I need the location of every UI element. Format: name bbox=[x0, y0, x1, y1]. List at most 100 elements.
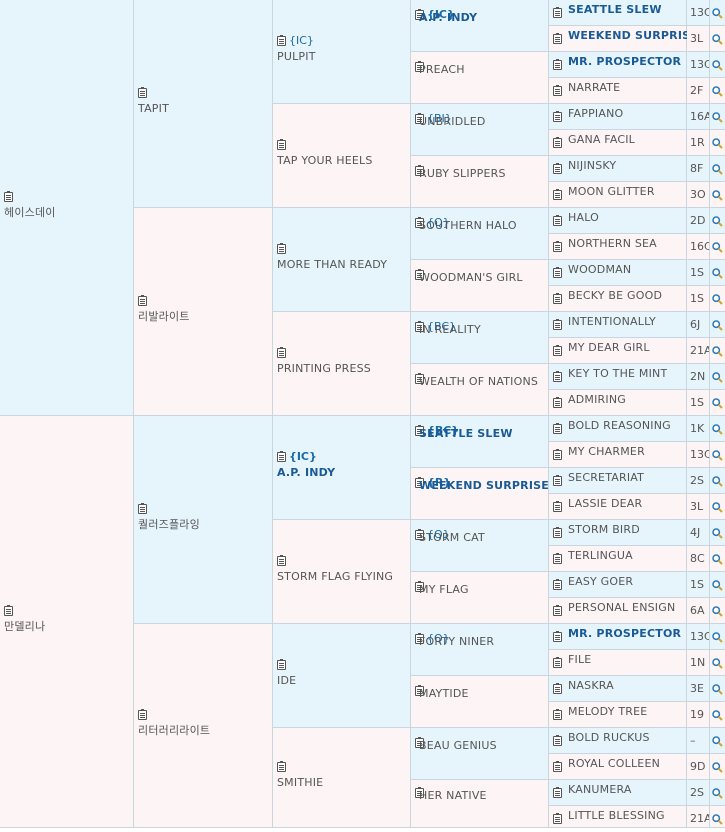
horse-name-link[interactable]: WEEKEND SURPRISE bbox=[568, 28, 698, 44]
horse-name-link[interactable]: WOODMAN'S GIRL bbox=[419, 270, 523, 286]
horse-name-link[interactable]: TAPIT bbox=[138, 101, 270, 117]
pedigree-cell-gen5[interactable]: INTENTIONALLY bbox=[549, 312, 687, 338]
horse-name-link[interactable]: PRINTING PRESS bbox=[277, 361, 408, 377]
search-cell[interactable] bbox=[710, 416, 725, 442]
pedigree-cell-gen4[interactable]: {BI} UNBRIDLED bbox=[411, 104, 549, 156]
horse-name-link[interactable]: HALO bbox=[568, 210, 599, 226]
pedigree-cell-gen4[interactable]: {Q} SOUTHERN HALO bbox=[411, 208, 549, 260]
search-cell[interactable] bbox=[710, 208, 725, 234]
pedigree-cell-gen5[interactable]: WOODMAN bbox=[549, 260, 687, 286]
horse-name-link[interactable]: SMITHIE bbox=[277, 775, 408, 791]
search-cell[interactable] bbox=[710, 104, 725, 130]
horse-name-link[interactable]: PREACH bbox=[419, 62, 465, 78]
horse-name-link[interactable]: A.P. INDY bbox=[277, 465, 408, 481]
pedigree-cell-gen5[interactable]: MY DEAR GIRL bbox=[549, 338, 687, 364]
horse-name-link[interactable]: FILE bbox=[568, 652, 591, 668]
horse-name-link[interactable]: IDE bbox=[277, 673, 408, 689]
search-cell[interactable] bbox=[710, 260, 725, 286]
search-cell[interactable] bbox=[710, 0, 725, 26]
pedigree-cell-gen4[interactable]: WOODMAN'S GIRL bbox=[411, 260, 549, 312]
horse-name-link[interactable]: PERSONAL ENSIGN bbox=[568, 600, 675, 616]
horse-name-link[interactable]: MR. PROSPECTOR bbox=[568, 626, 681, 642]
search-cell[interactable] bbox=[710, 754, 725, 780]
pedigree-cell-gen4[interactable]: HER NATIVE bbox=[411, 780, 549, 828]
horse-name-link[interactable]: NASKRA bbox=[568, 678, 614, 694]
horse-name-link[interactable]: STORM FLAG FLYING bbox=[277, 569, 408, 585]
horse-name-link[interactable]: MY DEAR GIRL bbox=[568, 340, 650, 356]
pedigree-cell-gen5[interactable]: KEY TO THE MINT bbox=[549, 364, 687, 390]
horse-name-link[interactable]: UNBRIDLED bbox=[419, 114, 486, 130]
horse-name-link[interactable]: BEAU GENIUS bbox=[419, 738, 497, 754]
pedigree-cell-gen2[interactable]: 퀄러즈플라잉 bbox=[134, 416, 273, 624]
horse-name-link[interactable]: NORTHERN SEA bbox=[568, 236, 657, 252]
pedigree-cell-gen4[interactable]: {Q} STORM CAT bbox=[411, 520, 549, 572]
pedigree-cell-gen4[interactable]: {R} WEEKEND SURPRISE bbox=[411, 468, 549, 520]
pedigree-cell-gen5[interactable]: MR. PROSPECTOR bbox=[549, 624, 687, 650]
horse-name-link[interactable]: SEATTLE SLEW bbox=[419, 426, 513, 442]
search-cell[interactable] bbox=[710, 624, 725, 650]
horse-name-link[interactable]: 리발라이트 bbox=[138, 309, 270, 325]
horse-name-link[interactable]: TERLINGUA bbox=[568, 548, 633, 564]
pedigree-cell-gen2[interactable]: TAPIT bbox=[134, 0, 273, 208]
search-cell[interactable] bbox=[710, 520, 725, 546]
pedigree-cell-gen5[interactable]: MY CHARMER bbox=[549, 442, 687, 468]
horse-name-link[interactable]: NIJINSKY bbox=[568, 158, 616, 174]
search-cell[interactable] bbox=[710, 364, 725, 390]
pedigree-cell-gen5[interactable]: BOLD REASONING bbox=[549, 416, 687, 442]
search-cell[interactable] bbox=[710, 806, 725, 828]
horse-name-link[interactable]: WEEKEND SURPRISE bbox=[419, 478, 549, 494]
horse-name-link[interactable]: PULPIT bbox=[277, 49, 408, 65]
search-cell[interactable] bbox=[710, 494, 725, 520]
horse-name-link[interactable]: MELODY TREE bbox=[568, 704, 647, 720]
horse-name-link[interactable]: A.P. INDY bbox=[419, 10, 477, 26]
search-cell[interactable] bbox=[710, 338, 725, 364]
horse-name-link[interactable]: WOODMAN bbox=[568, 262, 631, 278]
pedigree-cell-gen5[interactable]: FILE bbox=[549, 650, 687, 676]
horse-name-link[interactable]: EASY GOER bbox=[568, 574, 633, 590]
horse-name-link[interactable]: MAYTIDE bbox=[419, 686, 469, 702]
pedigree-cell-gen4[interactable]: {BC} IN REALITY bbox=[411, 312, 549, 364]
search-cell[interactable] bbox=[710, 728, 725, 754]
pedigree-cell-gen4[interactable]: MAYTIDE bbox=[411, 676, 549, 728]
search-cell[interactable] bbox=[710, 442, 725, 468]
pedigree-cell-gen5[interactable]: WEEKEND SURPRISE bbox=[549, 26, 698, 52]
horse-name-link[interactable]: IN REALITY bbox=[419, 322, 481, 338]
horse-name-link[interactable]: 리터러리라이트 bbox=[138, 723, 270, 739]
pedigree-cell-gen5[interactable]: PERSONAL ENSIGN bbox=[549, 598, 687, 624]
pedigree-cell-gen5[interactable]: MOON GLITTER bbox=[549, 182, 687, 208]
pedigree-cell-gen3[interactable]: IDE bbox=[273, 624, 411, 728]
pedigree-cell-gen5[interactable]: BOLD RUCKUS bbox=[549, 728, 687, 754]
pedigree-cell-gen5[interactable]: SEATTLE SLEW bbox=[549, 0, 687, 26]
search-cell[interactable] bbox=[710, 234, 725, 260]
search-cell[interactable] bbox=[710, 598, 725, 624]
pedigree-cell-gen4[interactable]: MY FLAG bbox=[411, 572, 549, 624]
pedigree-cell-gen3[interactable]: STORM FLAG FLYING bbox=[273, 520, 411, 624]
search-cell[interactable] bbox=[710, 286, 725, 312]
search-cell[interactable] bbox=[710, 780, 725, 806]
search-cell[interactable] bbox=[710, 52, 725, 78]
pedigree-cell-gen2[interactable]: 리터러리라이트 bbox=[134, 624, 273, 828]
horse-name-link[interactable]: MOON GLITTER bbox=[568, 184, 655, 200]
pedigree-cell-gen5[interactable]: EASY GOER bbox=[549, 572, 687, 598]
pedigree-cell-gen5[interactable]: TERLINGUA bbox=[549, 546, 687, 572]
pedigree-cell-gen4[interactable]: {Q} FORTY NINER bbox=[411, 624, 549, 676]
pedigree-cell-gen5[interactable]: NARRATE bbox=[549, 78, 687, 104]
pedigree-cell-gen3[interactable]: {IC} PULPIT bbox=[273, 0, 411, 104]
horse-name-link[interactable]: MY FLAG bbox=[419, 582, 469, 598]
pedigree-cell-gen4[interactable]: {BC} SEATTLE SLEW bbox=[411, 416, 549, 468]
search-cell[interactable] bbox=[710, 130, 725, 156]
search-cell[interactable] bbox=[710, 182, 725, 208]
horse-name-link[interactable]: KEY TO THE MINT bbox=[568, 366, 667, 382]
horse-name-link[interactable]: 헤이스데이 bbox=[4, 205, 131, 221]
pedigree-cell-gen4[interactable]: WEALTH OF NATIONS bbox=[411, 364, 549, 416]
horse-name-link[interactable]: MORE THAN READY bbox=[277, 257, 408, 273]
horse-name-link[interactable]: ADMIRING bbox=[568, 392, 626, 408]
horse-name-link[interactable]: STORM CAT bbox=[419, 530, 485, 546]
horse-name-link[interactable]: WEALTH OF NATIONS bbox=[419, 374, 538, 390]
pedigree-cell-gen2[interactable]: 리발라이트 bbox=[134, 208, 273, 416]
horse-name-link[interactable]: KANUMERA bbox=[568, 782, 632, 798]
pedigree-cell-gen1[interactable]: 헤이스데이 bbox=[0, 0, 134, 416]
pedigree-cell-gen5[interactable]: LASSIE DEAR bbox=[549, 494, 687, 520]
pedigree-cell-gen3[interactable]: SMITHIE bbox=[273, 728, 411, 828]
pedigree-cell-gen5[interactable]: BECKY BE GOOD bbox=[549, 286, 687, 312]
